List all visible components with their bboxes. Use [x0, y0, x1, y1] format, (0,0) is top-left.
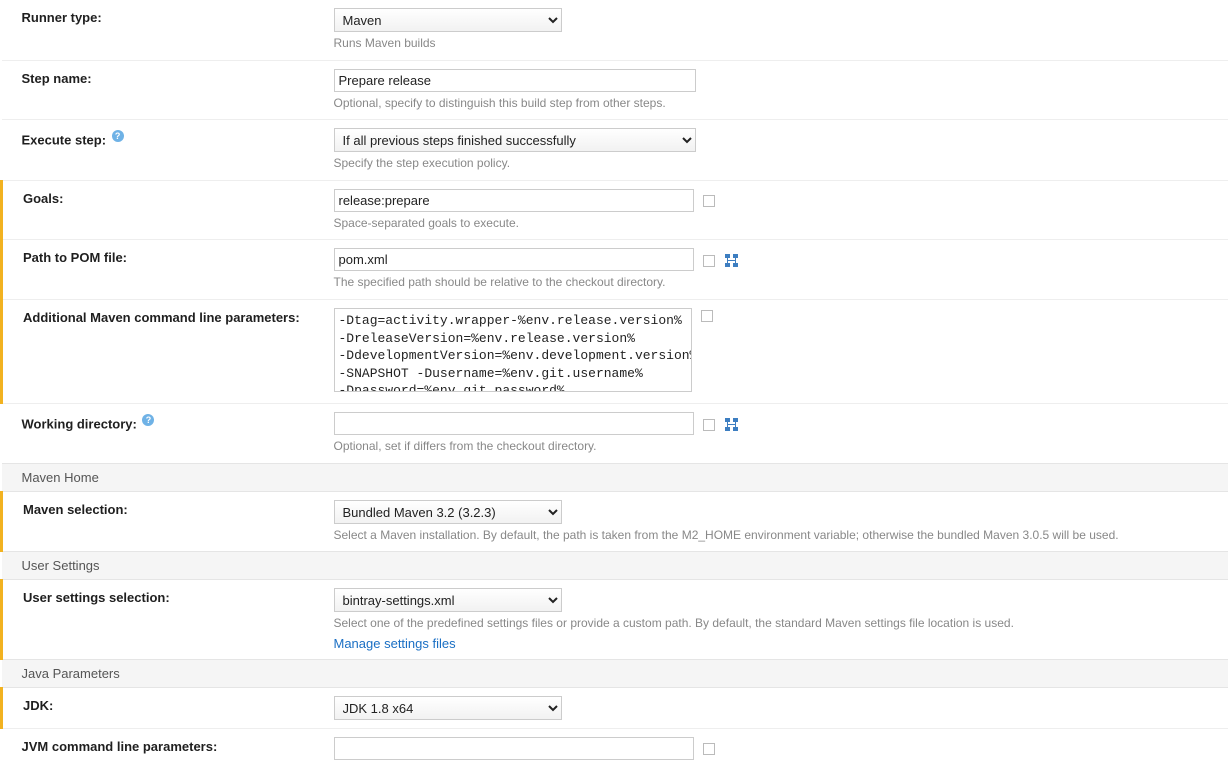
additional-params-label: Additional Maven command line parameters…	[2, 299, 322, 403]
goals-input[interactable]	[334, 189, 694, 212]
manage-settings-link[interactable]: Manage settings files	[334, 636, 456, 651]
maven-selection-hint: Select a Maven installation. By default,…	[334, 528, 1209, 544]
help-icon[interactable]: ?	[142, 414, 154, 426]
jvm-params-label: JVM command line parameters:	[2, 728, 322, 768]
runner-type-select[interactable]: Maven	[334, 8, 562, 32]
goals-hint: Space-separated goals to execute.	[334, 216, 1209, 232]
expand-icon[interactable]	[703, 419, 715, 431]
working-dir-label: Working directory: ?	[2, 403, 322, 463]
execute-step-label: Execute step: ?	[2, 120, 322, 181]
maven-selection-select[interactable]: Bundled Maven 3.2 (3.2.3)	[334, 500, 562, 524]
maven-selection-label: Maven selection:	[2, 491, 322, 552]
user-settings-select[interactable]: bintray-settings.xml	[334, 588, 562, 612]
additional-params-textarea[interactable]: -Dtag=activity.wrapper-%env.release.vers…	[334, 308, 692, 392]
execute-step-select[interactable]: If all previous steps finished successfu…	[334, 128, 696, 152]
working-dir-hint: Optional, set if differs from the checko…	[334, 439, 1209, 455]
tree-icon[interactable]	[725, 418, 739, 432]
user-settings-hint: Select one of the predefined settings fi…	[334, 616, 1209, 632]
pom-path-hint: The specified path should be relative to…	[334, 275, 1209, 291]
pom-path-input[interactable]	[334, 248, 694, 271]
expand-icon[interactable]	[703, 195, 715, 207]
help-icon[interactable]: ?	[112, 130, 124, 142]
jdk-select[interactable]: JDK 1.8 x64	[334, 696, 562, 720]
goals-label: Goals:	[2, 180, 322, 240]
step-name-label: Step name:	[2, 60, 322, 120]
section-user-settings: User Settings	[2, 552, 1228, 580]
pom-path-label: Path to POM file:	[2, 240, 322, 300]
section-java-params: Java Parameters	[2, 659, 1228, 687]
jdk-label: JDK:	[2, 687, 322, 728]
build-step-form: Runner type: Maven Runs Maven builds Ste…	[0, 0, 1228, 768]
expand-icon[interactable]	[703, 743, 715, 755]
user-settings-label: User settings selection:	[2, 580, 322, 660]
section-maven-home: Maven Home	[2, 463, 1228, 491]
step-name-hint: Optional, specify to distinguish this bu…	[334, 96, 1209, 112]
expand-icon[interactable]	[701, 310, 713, 322]
jvm-params-input[interactable]	[334, 737, 694, 760]
runner-type-label: Runner type:	[2, 0, 322, 60]
runner-type-hint: Runs Maven builds	[334, 36, 1209, 52]
execute-step-hint: Specify the step execution policy.	[334, 156, 1209, 172]
step-name-input[interactable]	[334, 69, 696, 92]
working-dir-input[interactable]	[334, 412, 694, 435]
expand-icon[interactable]	[703, 255, 715, 267]
tree-icon[interactable]	[725, 254, 739, 268]
